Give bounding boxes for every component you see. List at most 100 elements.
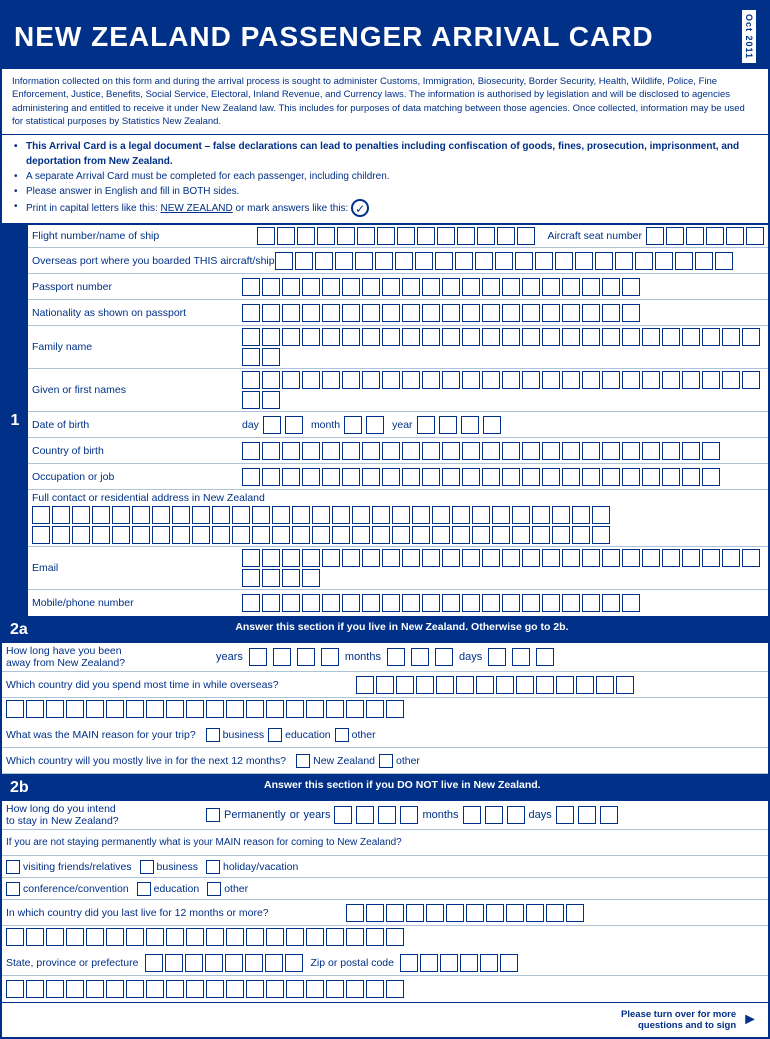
box[interactable] — [277, 227, 295, 245]
box[interactable] — [145, 954, 163, 972]
box[interactable] — [432, 526, 450, 544]
box[interactable] — [344, 416, 362, 434]
box[interactable] — [366, 904, 384, 922]
box[interactable] — [246, 928, 264, 946]
box[interactable] — [106, 700, 124, 718]
box[interactable] — [286, 700, 304, 718]
box[interactable] — [602, 328, 620, 346]
box[interactable] — [572, 526, 590, 544]
box[interactable] — [535, 252, 553, 270]
box[interactable] — [86, 700, 104, 718]
box[interactable] — [112, 526, 130, 544]
education-checkbox-2b[interactable] — [137, 882, 151, 896]
box[interactable] — [262, 278, 280, 296]
reason-other-option[interactable]: other — [379, 754, 420, 768]
box[interactable] — [321, 648, 339, 666]
box[interactable] — [377, 227, 395, 245]
box[interactable] — [496, 676, 514, 694]
box[interactable] — [666, 227, 684, 245]
box[interactable] — [322, 371, 340, 389]
box[interactable] — [382, 549, 400, 567]
box[interactable] — [356, 806, 374, 824]
box[interactable] — [302, 594, 320, 612]
box[interactable] — [146, 980, 164, 998]
box[interactable] — [242, 468, 260, 486]
box[interactable] — [562, 278, 580, 296]
last-country-boxes[interactable] — [346, 904, 584, 922]
box[interactable] — [702, 328, 720, 346]
box[interactable] — [742, 371, 760, 389]
box[interactable] — [266, 980, 284, 998]
box[interactable] — [245, 954, 263, 972]
box[interactable] — [402, 468, 420, 486]
box[interactable] — [556, 676, 574, 694]
box[interactable] — [542, 328, 560, 346]
box[interactable] — [463, 806, 481, 824]
box[interactable] — [432, 506, 450, 524]
box[interactable] — [602, 278, 620, 296]
family-name-boxes[interactable] — [242, 328, 764, 366]
box[interactable] — [6, 980, 24, 998]
box[interactable] — [232, 526, 250, 544]
nationality-boxes[interactable] — [242, 304, 640, 322]
box[interactable] — [422, 371, 440, 389]
nz-checkbox[interactable] — [296, 754, 310, 768]
box[interactable] — [192, 506, 210, 524]
box[interactable] — [442, 278, 460, 296]
box[interactable] — [439, 416, 457, 434]
other-checkbox[interactable] — [335, 728, 349, 742]
box[interactable] — [342, 328, 360, 346]
email-boxes[interactable] — [242, 549, 764, 587]
box[interactable] — [522, 442, 540, 460]
box[interactable] — [502, 304, 520, 322]
box[interactable] — [366, 928, 384, 946]
box[interactable] — [322, 328, 340, 346]
box[interactable] — [342, 278, 360, 296]
flight-boxes[interactable] — [257, 227, 535, 245]
box[interactable] — [302, 442, 320, 460]
box[interactable] — [262, 594, 280, 612]
box[interactable] — [575, 252, 593, 270]
education-checkbox[interactable] — [268, 728, 282, 742]
box[interactable] — [335, 252, 353, 270]
box[interactable] — [32, 506, 50, 524]
other-checkbox-2b[interactable] — [207, 882, 221, 896]
box[interactable] — [566, 904, 584, 922]
box[interactable] — [522, 371, 540, 389]
holiday-checkbox[interactable] — [206, 860, 220, 874]
box[interactable] — [502, 442, 520, 460]
box[interactable] — [297, 648, 315, 666]
box[interactable] — [346, 904, 364, 922]
box[interactable] — [372, 506, 390, 524]
box[interactable] — [482, 328, 500, 346]
box[interactable] — [206, 928, 224, 946]
box[interactable] — [382, 371, 400, 389]
conference-checkbox[interactable] — [6, 882, 20, 896]
box[interactable] — [146, 700, 164, 718]
conference-option[interactable]: conference/convention — [6, 882, 129, 896]
box[interactable] — [92, 506, 110, 524]
box[interactable] — [715, 252, 733, 270]
box[interactable] — [482, 594, 500, 612]
box[interactable] — [366, 416, 384, 434]
box[interactable] — [582, 304, 600, 322]
box[interactable] — [32, 526, 50, 544]
box[interactable] — [706, 227, 724, 245]
box[interactable] — [226, 700, 244, 718]
box[interactable] — [106, 980, 124, 998]
box[interactable] — [332, 506, 350, 524]
box[interactable] — [572, 506, 590, 524]
box[interactable] — [622, 594, 640, 612]
box[interactable] — [686, 227, 704, 245]
box[interactable] — [602, 442, 620, 460]
box[interactable] — [362, 468, 380, 486]
box[interactable] — [266, 700, 284, 718]
box[interactable] — [400, 954, 418, 972]
box[interactable] — [595, 252, 613, 270]
box[interactable] — [492, 506, 510, 524]
box[interactable] — [322, 442, 340, 460]
box[interactable] — [562, 442, 580, 460]
box[interactable] — [286, 928, 304, 946]
box[interactable] — [642, 442, 660, 460]
box[interactable] — [172, 526, 190, 544]
